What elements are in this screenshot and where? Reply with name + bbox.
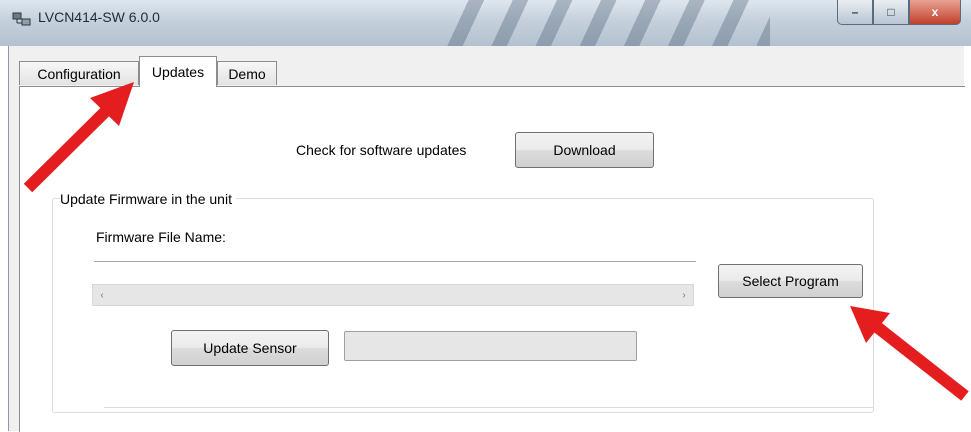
- group-bottom-divider: [104, 407, 874, 408]
- minimize-button[interactable]: –: [837, 0, 873, 25]
- tab-configuration[interactable]: Configuration: [19, 61, 139, 85]
- window-title: LVCN414-SW 6.0.0: [38, 9, 160, 25]
- select-program-button[interactable]: Select Program: [718, 264, 863, 298]
- firmware-progress-bar: [344, 331, 637, 361]
- firmware-file-name-field[interactable]: [94, 261, 696, 262]
- update-sensor-button[interactable]: Update Sensor: [171, 330, 329, 366]
- tab-demo[interactable]: Demo: [217, 61, 277, 85]
- scroll-left-icon[interactable]: ‹: [93, 285, 111, 305]
- tab-updates[interactable]: Updates: [139, 56, 217, 87]
- window-controls: – □ x: [837, 0, 961, 26]
- titlebar-glass-decoration: [440, 0, 770, 46]
- close-button[interactable]: x: [909, 0, 961, 25]
- scroll-right-icon[interactable]: ›: [675, 285, 693, 305]
- maximize-button[interactable]: □: [873, 0, 909, 25]
- firmware-file-name-label: Firmware File Name:: [96, 229, 226, 245]
- app-icon: [12, 12, 31, 26]
- firmware-group-title: Update Firmware in the unit: [60, 191, 236, 207]
- download-button[interactable]: Download: [515, 132, 654, 168]
- check-updates-label: Check for software updates: [296, 142, 467, 158]
- firmware-path-scrollbar[interactable]: ‹ ›: [92, 284, 694, 306]
- window-titlebar[interactable]: LVCN414-SW 6.0.0 – □ x: [0, 0, 971, 46]
